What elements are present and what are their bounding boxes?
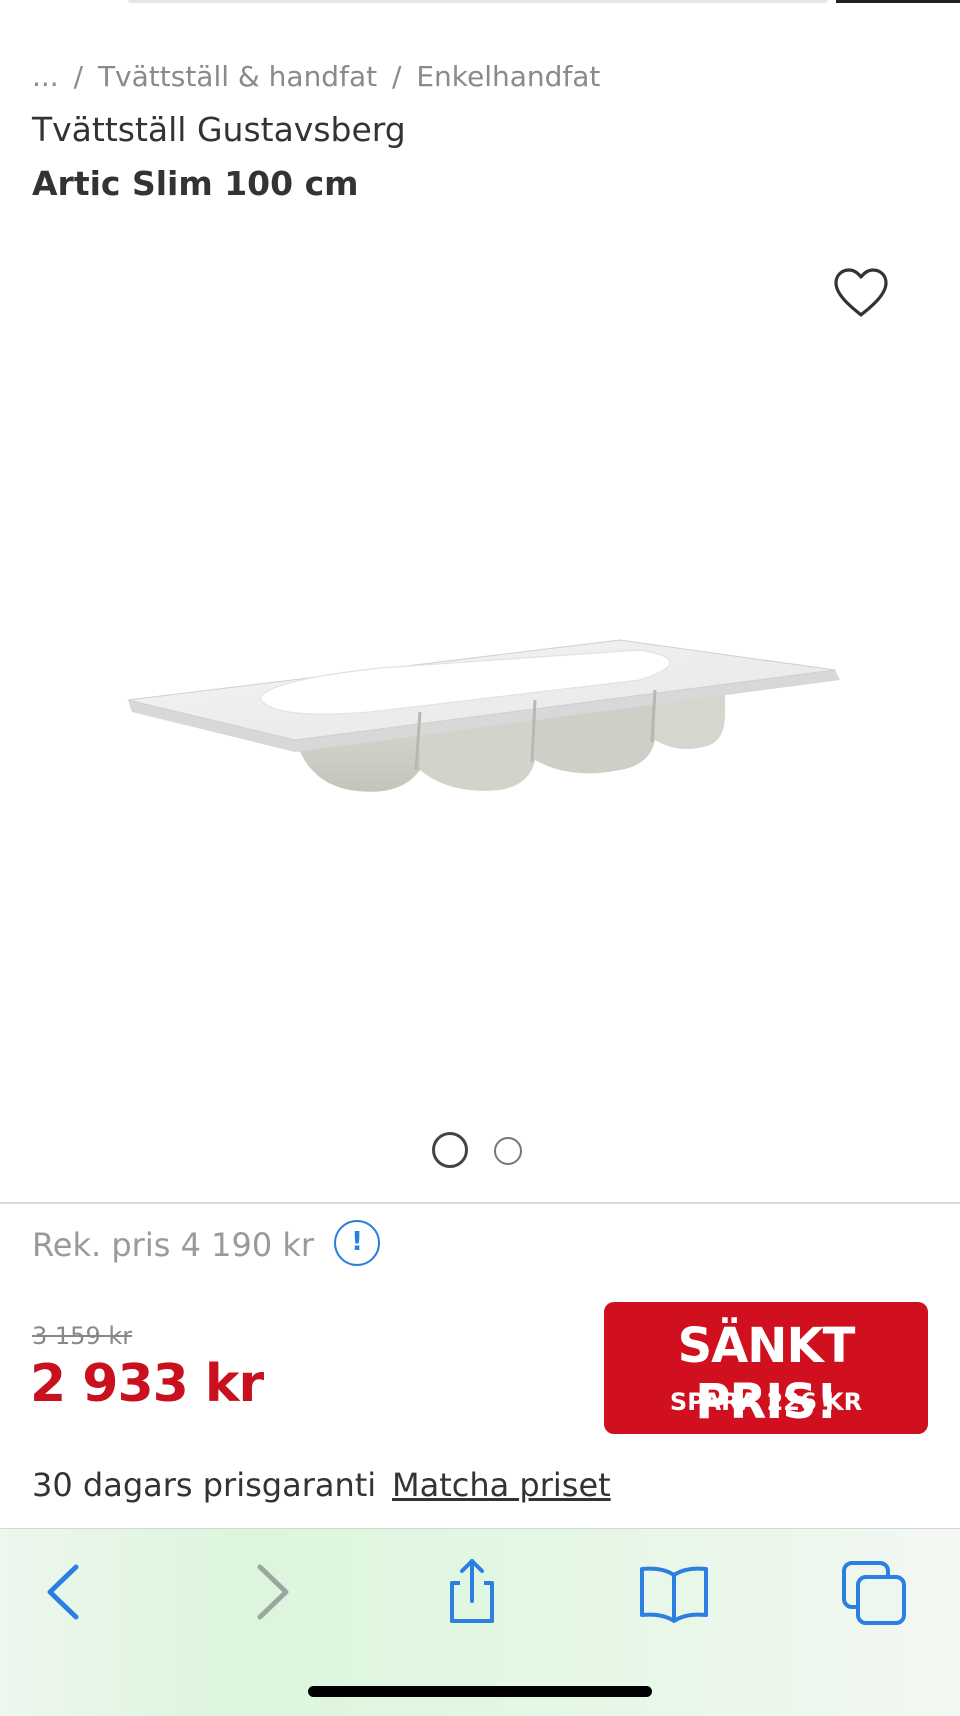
price-guarantee-text: 30 dagars prisgaranti (32, 1466, 377, 1504)
tabs-icon[interactable] (836, 1557, 916, 1627)
address-bar-edge (128, 0, 828, 3)
home-indicator (308, 1686, 652, 1697)
breadcrumb: ... / Tvättställ & handfat / Enkelhandfa… (32, 60, 606, 93)
back-icon[interactable] (24, 1557, 104, 1627)
product-model-title: Artic Slim 100 cm (32, 164, 359, 203)
current-price: 2 933 kr (30, 1354, 264, 1414)
breadcrumb-separator: / (73, 60, 84, 93)
share-icon[interactable] (432, 1557, 512, 1627)
forward-icon[interactable] (232, 1557, 312, 1627)
match-price-link[interactable]: Matcha priset (392, 1466, 611, 1504)
breadcrumb-separator: / (391, 60, 402, 93)
price-drop-badge: SÄNKT PRIS! SPARA 226 KR (604, 1302, 928, 1434)
breadcrumb-ellipsis[interactable]: ... (32, 60, 59, 93)
breadcrumb-item-enkelhandfat[interactable]: Enkelhandfat (416, 60, 600, 93)
section-divider (0, 1202, 960, 1204)
old-price: 3 159 kr (32, 1322, 133, 1350)
bookmarks-icon[interactable] (634, 1557, 714, 1627)
image-pagination (0, 1130, 960, 1170)
washbasin-image[interactable] (120, 620, 840, 840)
tab-indicator (836, 0, 960, 3)
favorite-heart-icon[interactable] (832, 266, 890, 320)
badge-savings: SPARA 226 KR (669, 1388, 863, 1416)
recommended-price: Rek. pris 4 190 kr (32, 1226, 315, 1264)
breadcrumb-item-tvattstall[interactable]: Tvättställ & handfat (98, 60, 377, 93)
pagination-dot-2[interactable] (494, 1137, 522, 1165)
product-brand-title: Tvättställ Gustavsberg (32, 110, 406, 149)
top-progress-strip (0, 0, 960, 4)
info-icon[interactable]: ! (334, 1220, 380, 1266)
pagination-dot-1[interactable] (432, 1132, 468, 1168)
